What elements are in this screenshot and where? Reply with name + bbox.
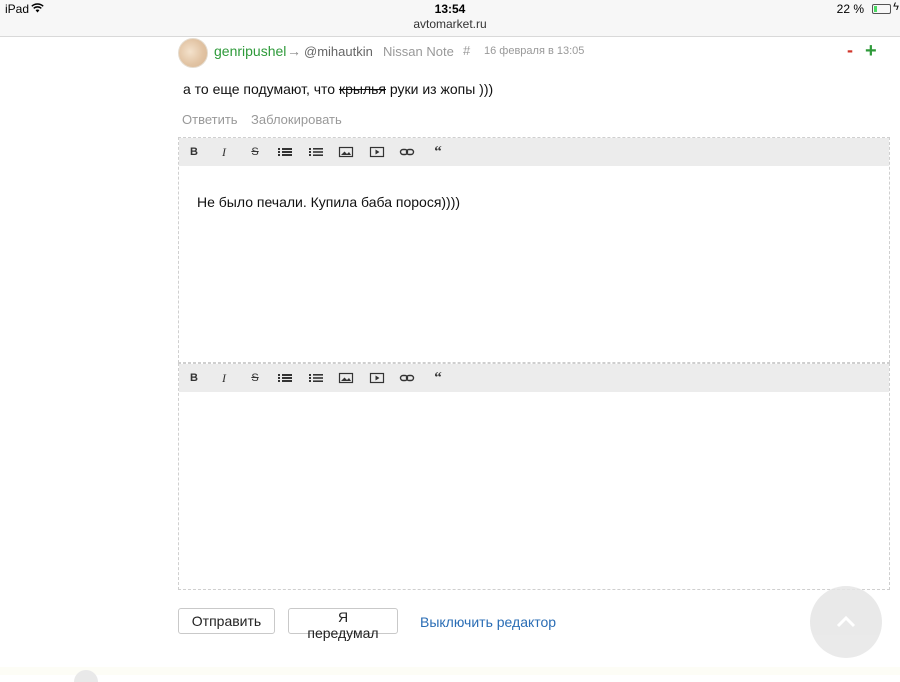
link-icon[interactable] — [399, 144, 415, 160]
scroll-to-top-button[interactable] — [810, 586, 882, 658]
comment-author-link[interactable]: genripushel — [214, 43, 286, 59]
battery-percent: 22 % — [836, 2, 864, 16]
video-icon[interactable] — [369, 144, 385, 160]
permalink-hash[interactable]: # — [463, 43, 470, 58]
second-editor[interactable]: B I S “ — [178, 363, 890, 590]
editor-toolbar: B I S “ — [179, 138, 889, 166]
italic-icon[interactable]: I — [216, 370, 232, 386]
clock: 13:54 — [434, 2, 466, 16]
comment-body: а то еще подумают, что крылья руки из жо… — [183, 81, 493, 97]
bold-icon[interactable]: B — [186, 144, 202, 160]
battery-fill — [874, 6, 877, 12]
comment-text-struck: крылья — [338, 81, 386, 97]
disable-editor-link[interactable]: Выключить редактор — [420, 614, 556, 630]
image-icon[interactable] — [338, 144, 354, 160]
bullet-list-icon[interactable] — [277, 370, 293, 386]
vote-down-button[interactable]: - — [847, 40, 853, 61]
comment-text-before: а то еще подумают, что — [183, 81, 339, 97]
next-comment-strip — [0, 667, 900, 675]
bullet-list-icon[interactable] — [277, 144, 293, 160]
bold-icon[interactable]: B — [186, 370, 202, 386]
chevron-up-icon — [836, 615, 856, 628]
quote-icon[interactable]: “ — [430, 370, 446, 386]
vote-up-button[interactable]: + — [865, 40, 877, 63]
cancel-button[interactable]: Я передумал — [288, 608, 398, 641]
battery-icon — [872, 4, 891, 14]
car-model-link[interactable]: Nissan Note — [383, 44, 454, 59]
numbered-list-icon[interactable] — [308, 370, 324, 386]
video-icon[interactable] — [369, 370, 385, 386]
link-icon[interactable] — [399, 370, 415, 386]
image-icon[interactable] — [338, 370, 354, 386]
reply-link[interactable]: Ответить — [182, 112, 238, 127]
editor-content[interactable]: Не было печали. Купила баба порося)))) — [197, 194, 460, 210]
mention-link[interactable]: @mihautkin — [304, 44, 373, 59]
numbered-list-icon[interactable] — [308, 144, 324, 160]
status-bar: iPad 13:54 avtomarket.ru 22 % ϟ — [0, 0, 900, 37]
reply-arrow: → — [287, 43, 301, 59]
comment-text-after: руки из жопы ))) — [386, 81, 494, 97]
strikethrough-icon[interactable]: S — [247, 144, 263, 160]
block-link[interactable]: Заблокировать — [251, 112, 342, 127]
editor-toolbar: B I S “ — [179, 364, 889, 392]
charging-icon: ϟ — [893, 1, 899, 13]
strikethrough-icon[interactable]: S — [247, 370, 263, 386]
comment-date: 16 февраля в 13:05 — [484, 45, 585, 57]
send-button[interactable]: Отправить — [178, 608, 275, 634]
quote-icon[interactable]: “ — [430, 144, 446, 160]
avatar[interactable] — [178, 38, 208, 68]
italic-icon[interactable]: I — [216, 144, 232, 160]
address-bar-url[interactable]: avtomarket.ru — [0, 17, 900, 31]
reply-editor[interactable]: B I S “ Не было печали. Купила баба поро… — [178, 137, 890, 363]
